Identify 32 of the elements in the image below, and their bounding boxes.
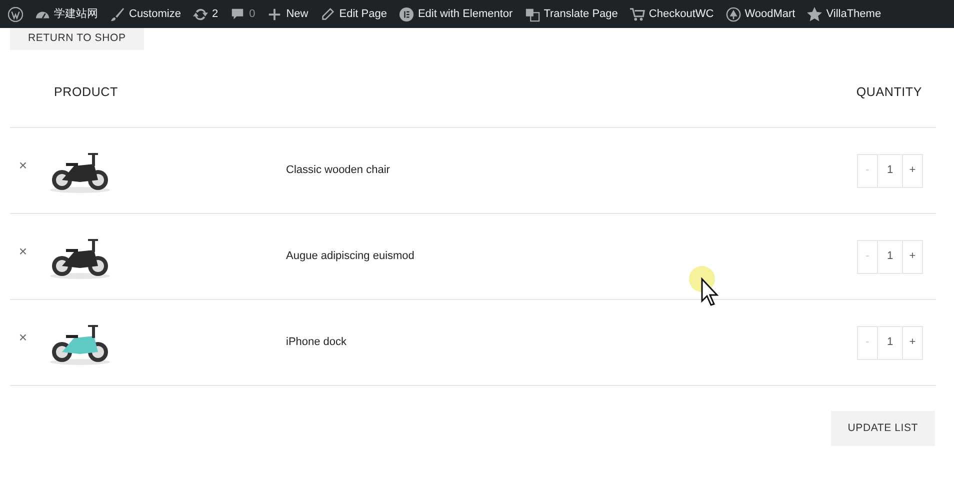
product-name: Augue adipiscing euismod bbox=[286, 249, 416, 264]
admin-bar-link[interactable]: Edit Page bbox=[314, 0, 393, 28]
elementor-icon bbox=[398, 6, 414, 22]
wordpress-logo-icon bbox=[8, 6, 23, 22]
quantity-field[interactable]: 1 bbox=[877, 326, 903, 358]
quantity-field[interactable]: 1 bbox=[877, 240, 903, 272]
tree-icon bbox=[726, 6, 741, 22]
column-header: PRODUCT bbox=[54, 84, 118, 102]
admin-bar-link[interactable]: 学建站网 bbox=[29, 0, 104, 28]
admin-bar-link[interactable]: WoodMart bbox=[720, 0, 802, 28]
brush-icon bbox=[110, 6, 125, 22]
pencil-icon bbox=[320, 6, 336, 22]
admin-bar-link[interactable]: Customize bbox=[104, 0, 187, 28]
cart-icon bbox=[630, 6, 645, 22]
star-icon bbox=[807, 6, 822, 22]
admin-bar-link[interactable]: VillaTheme bbox=[801, 0, 888, 28]
admin-bar-link[interactable]: 0 bbox=[224, 0, 262, 28]
admin-bar-link[interactable]: 2 bbox=[186, 0, 224, 28]
admin-bar-link[interactable]: New bbox=[261, 0, 314, 28]
admin-bar-link[interactable]: Edit with Elementor bbox=[392, 0, 519, 28]
refresh-icon bbox=[192, 6, 208, 22]
plus-icon bbox=[267, 6, 282, 22]
translate-icon bbox=[524, 6, 540, 22]
quantity-field[interactable]: 1 bbox=[877, 154, 903, 186]
return-to-shop-button[interactable]: RETURN TO SHOP bbox=[10, 28, 144, 50]
admin-bar-link[interactable]: Translate Page bbox=[518, 0, 624, 28]
update-list-button[interactable]: UPDATE LIST bbox=[830, 411, 935, 446]
product-name: iPhone dock bbox=[286, 335, 348, 350]
product-name: Classic wooden chair bbox=[286, 163, 391, 178]
admin-bar-link[interactable]: CheckoutWC bbox=[624, 0, 720, 28]
column-header: QUANTITY bbox=[856, 84, 922, 102]
speech-bubble-icon bbox=[230, 6, 246, 22]
